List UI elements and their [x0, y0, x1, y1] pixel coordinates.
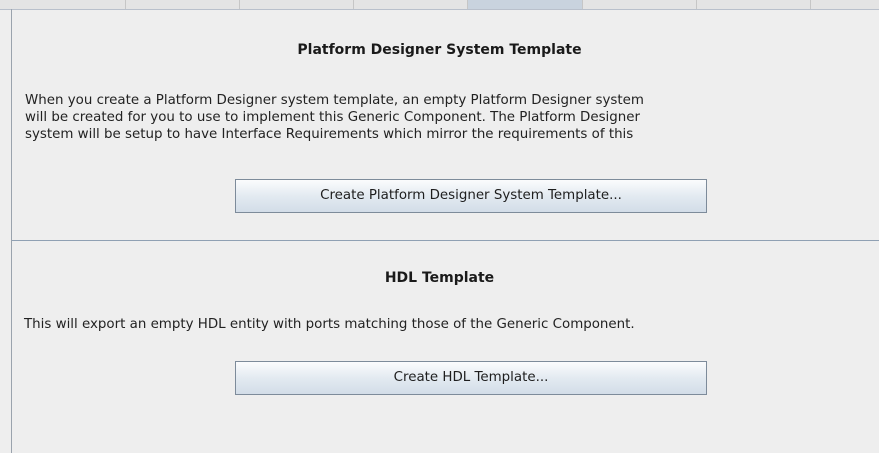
tab-active[interactable]: [468, 0, 583, 9]
platform-designer-description-line-2: will be created for you to use to implem…: [25, 110, 641, 125]
platform-designer-section-title: Platform Designer System Template: [297, 42, 582, 58]
template-panel: Platform Designer System Template When y…: [0, 0, 879, 453]
panel-left-border: [11, 9, 12, 453]
tab[interactable]: [0, 0, 126, 9]
tab-strip: [0, 0, 879, 10]
platform-designer-description-line-3: system will be setup to have Interface R…: [25, 127, 634, 142]
tab[interactable]: [240, 0, 354, 9]
section-divider: [12, 240, 879, 241]
tab[interactable]: [354, 0, 468, 9]
tab[interactable]: [126, 0, 240, 9]
tab[interactable]: [583, 0, 697, 9]
create-platform-designer-template-button[interactable]: Create Platform Designer System Template…: [235, 179, 707, 213]
hdl-description: This will export an empty HDL entity wit…: [24, 317, 635, 332]
create-hdl-template-button[interactable]: Create HDL Template...: [235, 361, 707, 395]
hdl-section-title: HDL Template: [384, 270, 495, 286]
tab[interactable]: [811, 0, 879, 9]
platform-designer-description-line-1: When you create a Platform Designer syst…: [25, 93, 644, 108]
tab[interactable]: [697, 0, 811, 9]
